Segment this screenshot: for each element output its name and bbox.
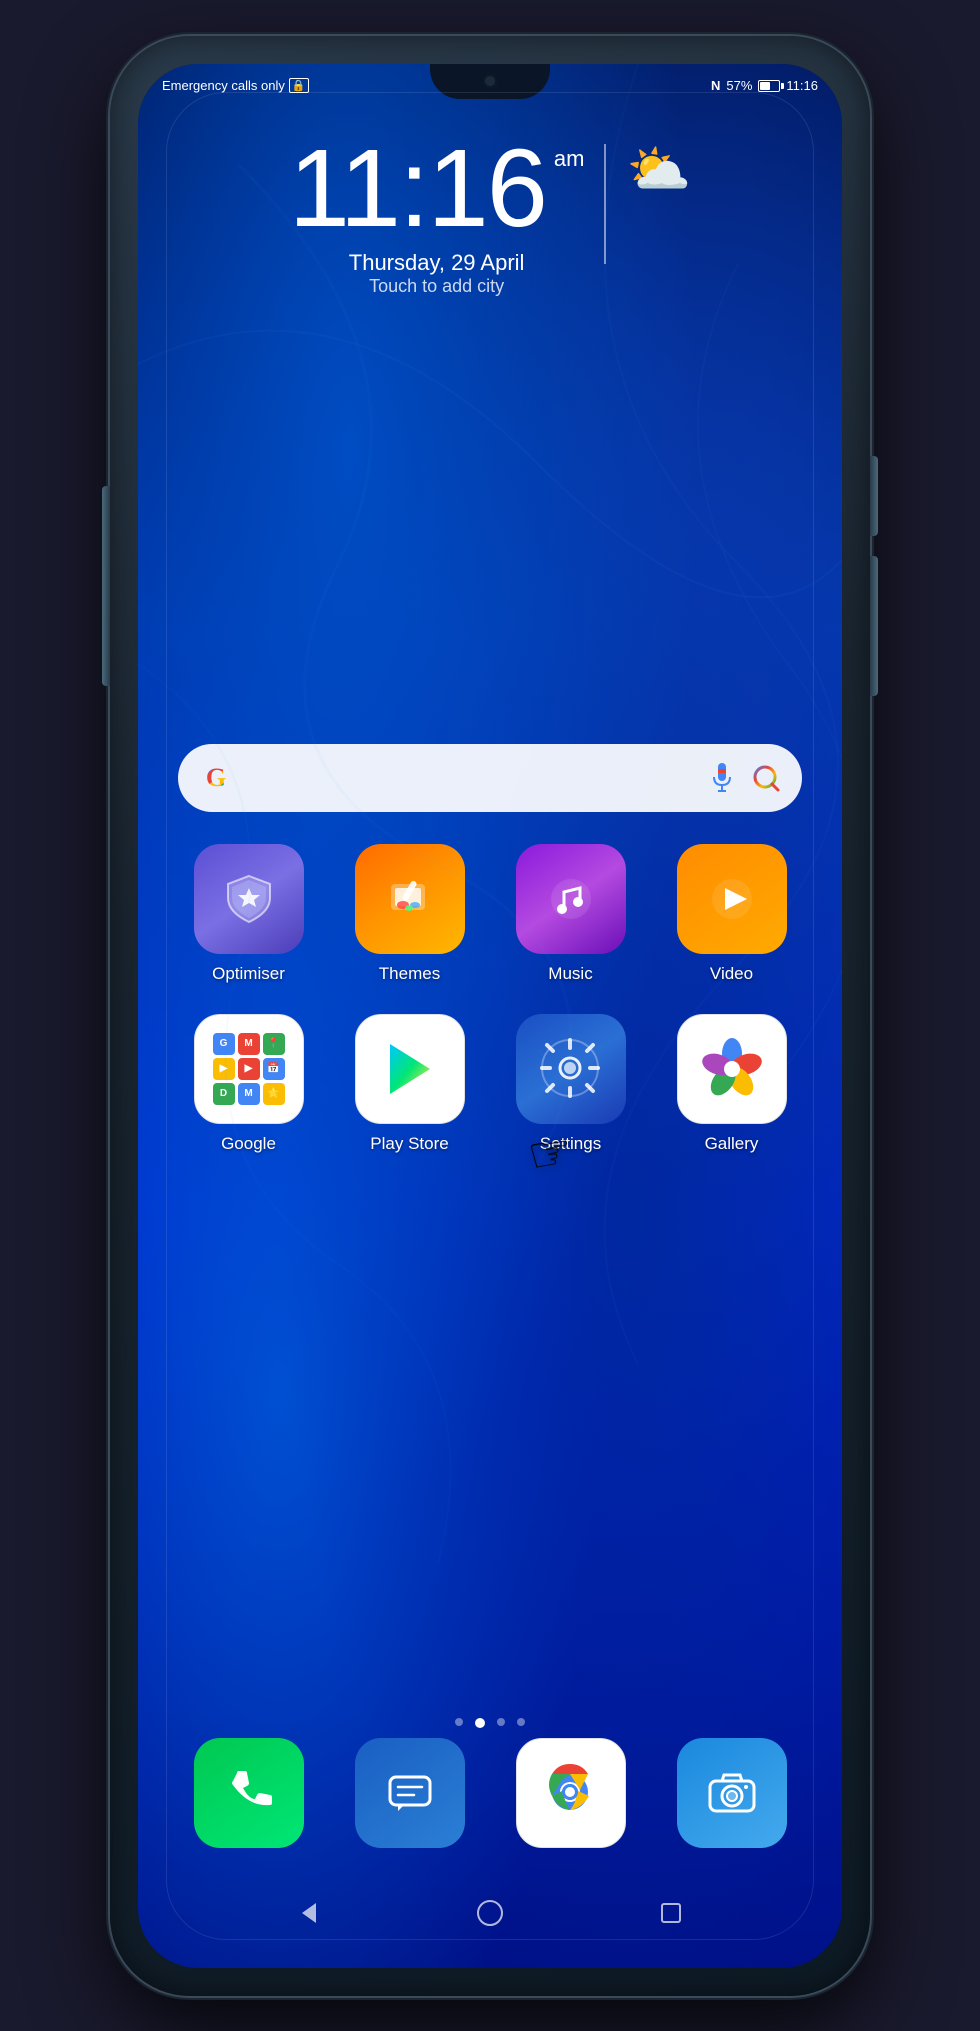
city-text[interactable]: Touch to add city xyxy=(289,276,585,297)
app-themes[interactable]: Themes xyxy=(340,844,480,984)
g-mini-2: M xyxy=(238,1033,260,1055)
app-optimiser[interactable]: Optimiser xyxy=(179,844,319,984)
video-icon xyxy=(677,844,787,954)
camera-icon xyxy=(677,1738,787,1848)
google-search-bar[interactable]: G xyxy=(178,744,802,812)
page-dot-1[interactable] xyxy=(475,1718,485,1728)
google-label: Google xyxy=(221,1134,276,1154)
app-grid: Optimiser xyxy=(138,844,842,1184)
weather-icon: ⛅ xyxy=(626,144,691,196)
volume-button[interactable] xyxy=(102,486,110,686)
clock-ampm: am xyxy=(554,146,585,172)
themes-icon xyxy=(355,844,465,954)
clock-date: Thursday, 29 April Touch to add city xyxy=(289,250,585,297)
volume-down-button[interactable] xyxy=(870,556,878,696)
navigation-bar xyxy=(138,1888,842,1938)
nfc-icon: N xyxy=(711,78,720,93)
gallery-label: Gallery xyxy=(705,1134,759,1154)
voice-search-icon[interactable] xyxy=(706,762,738,794)
g-mini-4: ▶ xyxy=(213,1058,235,1080)
notch xyxy=(430,64,550,99)
gallery-icon xyxy=(677,1014,787,1124)
phone-icon xyxy=(194,1738,304,1848)
app-playstore[interactable]: Play Store xyxy=(340,1014,480,1154)
front-camera xyxy=(483,74,497,88)
page-dot-2[interactable] xyxy=(497,1718,505,1726)
app-row-1: Optimiser xyxy=(168,844,812,984)
status-right: N 57% 11:16 xyxy=(711,78,818,93)
optimiser-label: Optimiser xyxy=(212,964,285,984)
google-g-letter: G xyxy=(206,763,226,793)
dock-phone[interactable] xyxy=(184,1738,314,1848)
phone-screen: Emergency calls only 🔒 N 57% 11:16 xyxy=(138,64,842,1968)
battery-percent: 57% xyxy=(726,78,752,93)
power-button[interactable] xyxy=(870,456,878,536)
app-music[interactable]: Music xyxy=(501,844,641,984)
music-label: Music xyxy=(548,964,592,984)
app-google[interactable]: G M 📍 ▶ ▶ 📅 D M ⭐ xyxy=(179,1014,319,1154)
g-mini-1: G xyxy=(213,1033,235,1055)
clock-time-block[interactable]: 11:16 am Thursday, 29 April Touch to add… xyxy=(289,134,585,297)
status-time: 11:16 xyxy=(786,78,818,93)
app-video[interactable]: Video xyxy=(662,844,802,984)
recents-button[interactable] xyxy=(646,1888,696,1938)
app-row-2: G M 📍 ▶ ▶ 📅 D M ⭐ xyxy=(168,1014,812,1154)
page-dot-3[interactable] xyxy=(517,1718,525,1726)
messages-icon xyxy=(355,1738,465,1848)
dock-camera[interactable] xyxy=(667,1738,797,1848)
clock-display: 11:16 xyxy=(289,134,546,244)
clock-divider xyxy=(604,144,606,264)
g-mini-8: M xyxy=(238,1083,260,1105)
back-button[interactable] xyxy=(284,1888,334,1938)
battery-icon xyxy=(758,80,780,92)
home-button[interactable] xyxy=(465,1888,515,1938)
dock-messages[interactable] xyxy=(345,1738,475,1848)
emergency-text: Emergency calls only xyxy=(162,78,285,93)
weather-widget[interactable]: ⛅ xyxy=(626,144,691,196)
music-icon xyxy=(516,844,626,954)
video-label: Video xyxy=(710,964,753,984)
g-mini-3: 📍 xyxy=(263,1033,285,1055)
google-lens-icon[interactable] xyxy=(750,762,782,794)
app-dock xyxy=(168,1738,812,1848)
screen-content: Emergency calls only 🔒 N 57% 11:16 xyxy=(138,64,842,1968)
date-text: Thursday, 29 April xyxy=(289,250,585,276)
status-left: Emergency calls only 🔒 xyxy=(162,78,309,93)
settings-icon xyxy=(516,1014,626,1124)
g-mini-6: 📅 xyxy=(263,1058,285,1080)
page-dot-0[interactable] xyxy=(455,1718,463,1726)
google-grid: G M 📍 ▶ ▶ 📅 D M ⭐ xyxy=(203,1023,295,1115)
themes-label: Themes xyxy=(379,964,440,984)
optimiser-icon xyxy=(194,844,304,954)
dock-chrome[interactable] xyxy=(506,1738,636,1848)
google-logo: G xyxy=(198,760,234,796)
app-settings[interactable]: Settings xyxy=(501,1014,641,1154)
page-indicators xyxy=(138,1718,842,1728)
chrome-icon xyxy=(516,1738,626,1848)
g-mini-7: D xyxy=(213,1083,235,1105)
g-mini-9: ⭐ xyxy=(263,1083,285,1105)
phone-frame: Emergency calls only 🔒 N 57% 11:16 xyxy=(110,36,870,1996)
playstore-icon xyxy=(355,1014,465,1124)
playstore-label: Play Store xyxy=(370,1134,448,1154)
google-icon: G M 📍 ▶ ▶ 📅 D M ⭐ xyxy=(194,1014,304,1124)
clock-area: 11:16 am Thursday, 29 April Touch to add… xyxy=(138,134,842,297)
emergency-icon: 🔒 xyxy=(289,78,309,93)
g-mini-5: ▶ xyxy=(238,1058,260,1080)
app-gallery[interactable]: Gallery xyxy=(662,1014,802,1154)
